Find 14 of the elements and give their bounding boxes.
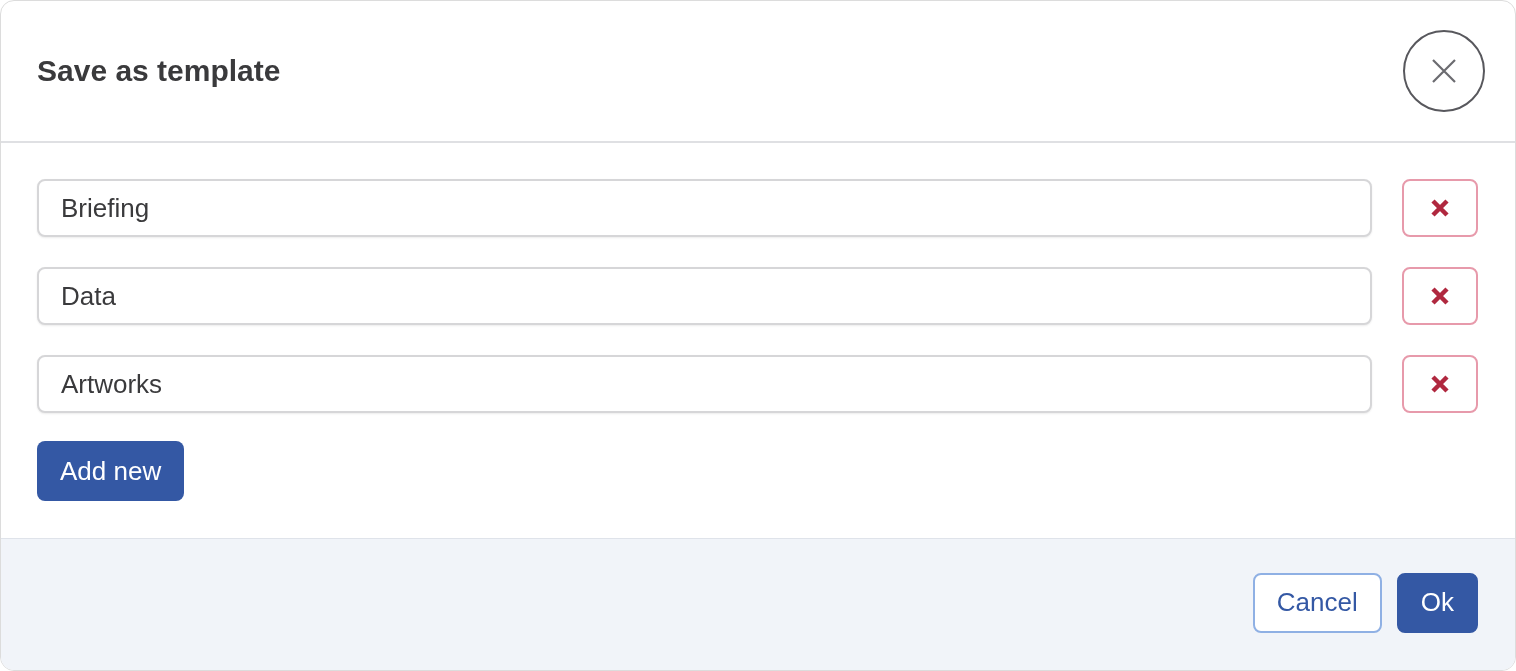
close-icon [1430,286,1450,306]
delete-button[interactable] [1402,355,1478,413]
cancel-button[interactable]: Cancel [1252,572,1382,633]
ok-button[interactable]: Ok [1396,572,1478,633]
input-field[interactable]: Artworks [37,355,1372,413]
add-button[interactable]: Add new [37,441,185,501]
close-icon [1431,58,1457,84]
close-icon [1430,374,1450,394]
input-field[interactable]: Data [37,267,1372,325]
delete-button[interactable] [1402,267,1478,325]
dialog-title: Save as template [37,54,281,88]
input-field[interactable]: Briefing [37,179,1372,237]
close-icon [1430,198,1450,218]
delete-button[interactable] [1402,179,1478,237]
